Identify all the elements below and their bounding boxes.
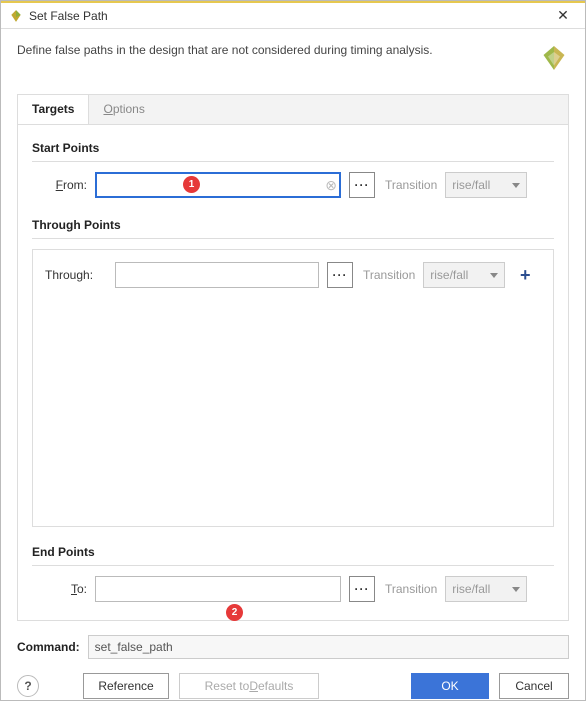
dialog-header: Define false paths in the design that ar… — [1, 29, 585, 86]
command-row: Command: — [17, 635, 569, 659]
cancel-button[interactable]: Cancel — [499, 673, 569, 699]
reset-defaults-button[interactable]: Reset to Defaults — [179, 673, 319, 699]
brand-logo-icon — [539, 43, 569, 76]
command-label: Command: — [17, 640, 80, 654]
chevron-down-icon — [512, 183, 520, 188]
close-icon[interactable]: ✕ — [549, 7, 577, 24]
tab-bar: Targets Options — [17, 94, 569, 124]
from-input[interactable] — [95, 172, 341, 198]
chevron-down-icon — [490, 273, 498, 278]
dialog-description: Define false paths in the design that ar… — [17, 43, 539, 57]
from-transition-label: Transition — [385, 178, 437, 192]
command-output — [88, 635, 569, 659]
to-input[interactable] — [95, 576, 341, 602]
through-browse-button[interactable]: ··· — [327, 262, 353, 288]
from-browse-button[interactable]: ··· — [349, 172, 375, 198]
callout-1: 1 — [183, 176, 200, 193]
tab-options[interactable]: Options — [89, 95, 158, 124]
section-end-points: End Points — [32, 545, 554, 559]
section-through-points: Through Points — [32, 218, 554, 232]
through-label: Through: — [45, 268, 107, 282]
tab-panel-targets: Start Points From: ⊗ 1 ··· Transition ri… — [17, 124, 569, 621]
section-start-points: Start Points — [32, 141, 554, 155]
from-input-wrap: ⊗ 1 — [95, 172, 341, 198]
to-transition-label: Transition — [385, 582, 437, 596]
to-browse-button[interactable]: ··· — [349, 576, 375, 602]
to-transition-select[interactable]: rise/fall — [445, 576, 527, 602]
through-transition-select[interactable]: rise/fall — [423, 262, 505, 288]
through-points-box: Through: ··· Transition rise/fall + — [32, 249, 554, 527]
clear-icon[interactable]: ⊗ — [325, 178, 337, 192]
ok-button[interactable]: OK — [411, 673, 489, 699]
help-button[interactable]: ? — [17, 675, 39, 697]
tab-targets[interactable]: Targets — [18, 95, 89, 124]
through-input[interactable] — [115, 262, 319, 288]
title-bar: Set False Path ✕ — [1, 1, 585, 29]
reference-button[interactable]: Reference — [83, 673, 169, 699]
chevron-down-icon — [512, 587, 520, 592]
window-title: Set False Path — [29, 9, 549, 23]
from-transition-select[interactable]: rise/fall — [445, 172, 527, 198]
to-label: To: — [32, 582, 87, 596]
app-icon — [9, 9, 23, 23]
add-through-button[interactable]: + — [515, 265, 535, 285]
callout-2: 2 — [226, 604, 243, 621]
through-transition-label: Transition — [363, 268, 415, 282]
dialog-footer: ? Reference Reset to Defaults OK Cancel — [1, 659, 585, 699]
from-label: From: — [32, 178, 87, 192]
